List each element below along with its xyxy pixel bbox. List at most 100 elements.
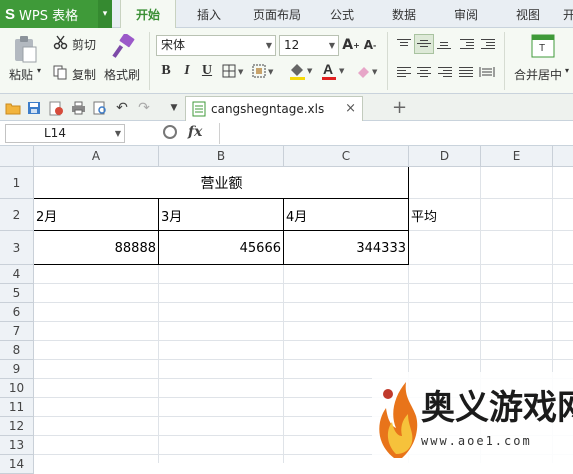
- tab-formulas[interactable]: 公式: [322, 0, 362, 28]
- distributed-align-icon[interactable]: [478, 63, 496, 81]
- ribbon: 粘贴 ▾ 剪切 复制 格式刷 宋体 ▼ 12 ▼ A + A- B I U ▼ ▼…: [0, 28, 573, 94]
- column-header-e[interactable]: E: [481, 146, 553, 167]
- tab-developer[interactable]: 开: [562, 0, 573, 28]
- cell-b3[interactable]: 45666: [160, 232, 281, 264]
- row-header-14[interactable]: 14: [0, 455, 34, 474]
- quick-access-dropdown-icon[interactable]: ▼: [166, 100, 182, 116]
- tab-insert[interactable]: 插入: [186, 0, 232, 28]
- merge-center-icon[interactable]: T: [531, 34, 555, 58]
- format-painter-button[interactable]: 格式刷: [104, 66, 140, 83]
- tab-review[interactable]: 审阅: [446, 0, 486, 28]
- insert-function-button[interactable]: fx: [188, 124, 202, 140]
- cut-button[interactable]: 剪切: [72, 36, 96, 53]
- print-preview-icon[interactable]: [92, 100, 108, 116]
- decrease-indent-icon[interactable]: [458, 35, 476, 53]
- wps-logo-icon: S: [5, 5, 16, 23]
- redo-icon[interactable]: ↷: [136, 100, 152, 116]
- fill-color-icon[interactable]: ▼: [288, 61, 316, 81]
- app-menu-caret-icon[interactable]: ▾: [98, 0, 112, 28]
- clear-format-icon[interactable]: ▼: [355, 62, 381, 80]
- format-painter-icon[interactable]: [110, 33, 136, 61]
- column-header-f[interactable]: [553, 146, 573, 167]
- merge-center-button[interactable]: 合并居中: [514, 66, 562, 83]
- row-header-12[interactable]: 12: [0, 417, 34, 436]
- row-header-13[interactable]: 13: [0, 436, 34, 455]
- print-icon[interactable]: [70, 100, 86, 116]
- font-shrink-icon[interactable]: A-: [362, 36, 378, 54]
- cell-a3[interactable]: 88888: [35, 232, 156, 264]
- chevron-down-icon: ▼: [265, 41, 272, 50]
- zoom-icon[interactable]: [163, 125, 177, 139]
- formula-input[interactable]: [224, 123, 569, 144]
- select-all-corner[interactable]: [0, 146, 34, 167]
- ribbon-separator: [504, 32, 505, 90]
- underline-button[interactable]: U: [199, 62, 215, 80]
- paste-button[interactable]: [10, 34, 40, 64]
- svg-text:T: T: [539, 43, 545, 54]
- row-header-2[interactable]: 2: [0, 199, 34, 231]
- undo-icon[interactable]: ↶: [114, 100, 130, 116]
- name-box[interactable]: L14 ▼: [5, 124, 125, 143]
- row-header-8[interactable]: 8: [0, 341, 34, 360]
- row-header-6[interactable]: 6: [0, 303, 34, 322]
- table-border: [34, 198, 409, 199]
- column-header-b[interactable]: B: [159, 146, 284, 167]
- tab-home[interactable]: 开始: [120, 0, 176, 29]
- menu-bar: S WPS 表格 ▾ 开始 插入 页面布局 公式 数据 审阅 视图 开: [0, 0, 573, 29]
- column-header-d[interactable]: D: [409, 146, 481, 167]
- italic-button[interactable]: I: [179, 62, 195, 80]
- document-tab[interactable]: cangshegntage.xls ×: [185, 96, 363, 121]
- ribbon-separator: [387, 32, 388, 90]
- close-tab-icon[interactable]: ×: [345, 101, 356, 116]
- borders-icon[interactable]: ▼: [222, 63, 246, 79]
- svg-text:▼: ▼: [339, 67, 345, 75]
- font-name-select[interactable]: 宋体 ▼: [156, 35, 276, 56]
- scissors-icon[interactable]: [52, 34, 68, 50]
- row-header-9[interactable]: 9: [0, 360, 34, 379]
- align-left-icon[interactable]: [395, 63, 413, 81]
- justify-icon[interactable]: [457, 63, 475, 81]
- paste-dropdown-icon[interactable]: ▾: [37, 66, 41, 75]
- new-tab-icon[interactable]: +: [392, 97, 407, 118]
- font-grow-icon[interactable]: A +: [342, 36, 360, 54]
- align-bottom-icon[interactable]: [435, 35, 453, 53]
- cell-b2[interactable]: 3月: [161, 200, 281, 230]
- export-pdf-icon[interactable]: [48, 100, 64, 116]
- font-color-icon[interactable]: A ▼: [320, 61, 348, 81]
- copy-icon[interactable]: [52, 64, 68, 80]
- table-border: [283, 198, 284, 265]
- align-right-icon[interactable]: [436, 63, 454, 81]
- cell-a2[interactable]: 2月: [36, 200, 156, 230]
- row-header-3[interactable]: 3: [0, 231, 34, 265]
- column-header-c[interactable]: C: [284, 146, 409, 167]
- cell-style-icon[interactable]: ▼: [252, 63, 278, 79]
- align-center-icon[interactable]: [415, 63, 433, 81]
- document-name: cangshegntage.xls: [211, 102, 325, 116]
- align-top-icon[interactable]: [395, 35, 413, 53]
- align-middle-icon[interactable]: [414, 34, 434, 54]
- copy-button[interactable]: 复制: [72, 66, 96, 83]
- row-header-7[interactable]: 7: [0, 322, 34, 341]
- paste-label[interactable]: 粘贴: [9, 66, 33, 83]
- row-header-1[interactable]: 1: [0, 167, 34, 199]
- spreadsheet-file-icon: [192, 101, 206, 117]
- merge-dropdown-icon[interactable]: ▾: [565, 66, 569, 75]
- cell-d2[interactable]: 平均: [411, 200, 479, 230]
- cell-c2[interactable]: 4月: [286, 200, 406, 230]
- font-size-select[interactable]: 12 ▼: [279, 35, 339, 56]
- open-folder-icon[interactable]: [5, 100, 21, 116]
- cell-a1-title[interactable]: 营业额: [35, 168, 408, 198]
- cell-c3[interactable]: 344333: [285, 232, 406, 264]
- bold-button[interactable]: B: [158, 62, 174, 80]
- tab-page-layout[interactable]: 页面布局: [245, 0, 309, 28]
- row-header-11[interactable]: 11: [0, 398, 34, 417]
- save-icon[interactable]: [26, 100, 42, 116]
- row-header-4[interactable]: 4: [0, 265, 34, 284]
- column-header-a[interactable]: A: [34, 146, 159, 167]
- row-header-5[interactable]: 5: [0, 284, 34, 303]
- tab-view[interactable]: 视图: [508, 0, 548, 28]
- increase-indent-icon[interactable]: [479, 35, 497, 53]
- app-menu-button[interactable]: S WPS 表格 ▾: [0, 0, 112, 28]
- tab-data[interactable]: 数据: [384, 0, 424, 28]
- row-header-10[interactable]: 10: [0, 379, 34, 398]
